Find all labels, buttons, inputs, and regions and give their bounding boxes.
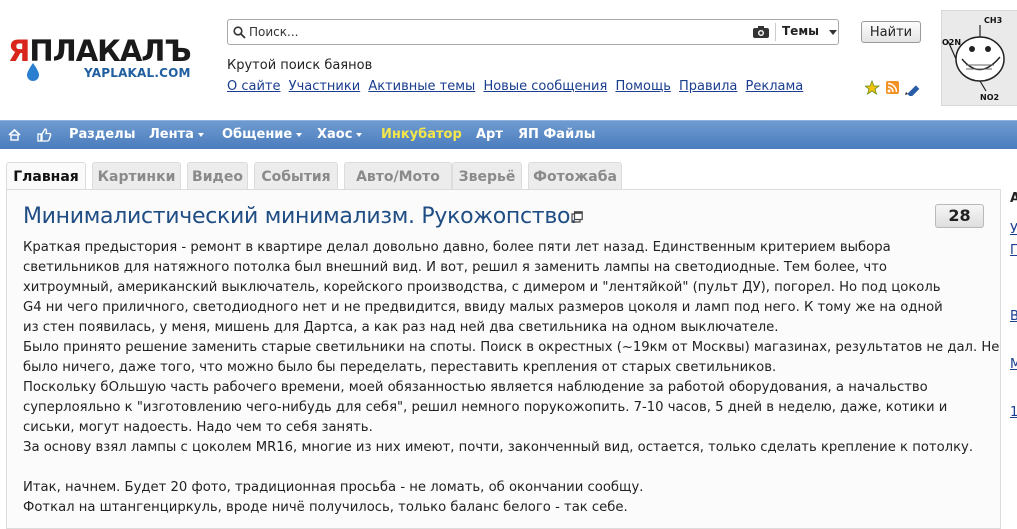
chevron-down-icon bbox=[197, 132, 204, 137]
right-sidebar-link[interactable]: У bbox=[1010, 222, 1017, 237]
tab-auto-moto[interactable]: Авто/Мото bbox=[344, 162, 452, 190]
trollface-avatar-image: CH3 O2N NO2 bbox=[942, 16, 1005, 102]
rss-icon[interactable] bbox=[886, 81, 899, 94]
tab-video[interactable]: Видео bbox=[187, 162, 248, 190]
open-new-window-icon[interactable] bbox=[571, 211, 583, 223]
site-logo[interactable]: ЯПЛАКАЛЪ YAPLAKAL.COM bbox=[8, 36, 208, 86]
post-body: Краткая предыстория - ремонт в квартире … bbox=[23, 238, 1000, 518]
nav-files[interactable]: ЯП Файлы bbox=[518, 127, 595, 142]
post-line: Поскольку бОльшую часть рабочего времени… bbox=[23, 380, 928, 395]
post-line-blank bbox=[23, 458, 993, 478]
avatar[interactable]: CH3 O2N NO2 bbox=[941, 10, 1017, 106]
camera-icon[interactable] bbox=[752, 25, 770, 39]
tagline: Крутой поиск баянов bbox=[227, 58, 373, 73]
post-panel: Минималистический минимализм. Рукожопств… bbox=[6, 189, 1001, 529]
avatar-label-top: CH3 bbox=[984, 16, 1002, 25]
right-sidebar-edge: А У П В М 1 bbox=[1006, 185, 1017, 521]
right-sidebar-link[interactable]: 1 bbox=[1010, 405, 1017, 420]
tab-events[interactable]: События bbox=[254, 162, 338, 190]
tab-photoshop[interactable]: Фотожаба bbox=[528, 162, 622, 190]
nav-sections[interactable]: Разделы bbox=[69, 127, 135, 142]
nav-feed[interactable]: Лента bbox=[149, 127, 204, 142]
chevron-down-icon bbox=[356, 132, 363, 137]
link-new-messages[interactable]: Новые сообщения bbox=[483, 79, 607, 94]
post-title[interactable]: Минималистический минимализм. Рукожопств… bbox=[23, 204, 577, 229]
right-sidebar-link[interactable]: П bbox=[1010, 243, 1017, 258]
main-nav: Разделы Лента Общение Хаос Инкубатор Арт… bbox=[0, 120, 1017, 149]
tab-main[interactable]: Главная bbox=[6, 162, 86, 190]
site-header: ЯПЛАКАЛЪ YAPLAKAL.COM Темы Найти Крутой … bbox=[0, 0, 1017, 119]
right-sidebar-link[interactable]: В bbox=[1010, 309, 1017, 324]
edit-icon[interactable] bbox=[905, 85, 920, 96]
post-line: суперлояльно к "изготовлению чего-нибудь… bbox=[23, 400, 948, 415]
tab-animals[interactable]: Зверьё bbox=[452, 162, 522, 190]
chevron-down-icon[interactable] bbox=[829, 30, 837, 35]
nav-chaos[interactable]: Хаос bbox=[317, 127, 363, 142]
search-scope-select[interactable]: Темы bbox=[782, 24, 819, 38]
post-line: За основу взял лампы с цоколем MR16, мно… bbox=[23, 440, 974, 455]
water-drop-icon bbox=[27, 63, 39, 81]
right-sidebar-heading: А bbox=[1010, 191, 1017, 206]
search-bar: Темы bbox=[227, 19, 839, 45]
search-divider bbox=[775, 23, 776, 41]
search-input[interactable] bbox=[249, 23, 749, 41]
link-ads[interactable]: Реклама bbox=[746, 79, 804, 94]
nav-communication-label: Общение bbox=[222, 127, 293, 142]
comment-count-badge[interactable]: 28 bbox=[935, 204, 984, 228]
logo-subtitle: YAPLAKAL.COM bbox=[84, 66, 191, 80]
search-button[interactable]: Найти bbox=[861, 21, 921, 43]
nav-communication[interactable]: Общение bbox=[222, 127, 303, 142]
post-line: Краткая предыстория - ремонт в квартире … bbox=[23, 240, 891, 255]
link-active-topics[interactable]: Активные темы bbox=[368, 79, 475, 94]
post-line: из стен появилась, у меня, мишень для Да… bbox=[23, 320, 779, 335]
link-members[interactable]: Участники bbox=[289, 79, 361, 94]
nav-feed-label: Лента bbox=[149, 127, 194, 142]
avatar-label-bottom: NO2 bbox=[980, 93, 999, 102]
post-line: светильников для натяжного потолка был в… bbox=[23, 260, 887, 275]
star-icon[interactable] bbox=[865, 80, 881, 95]
post-line: G4 ни чего приличного, светодиодного нет… bbox=[23, 300, 943, 315]
nav-incubator[interactable]: Инкубатор bbox=[381, 127, 462, 142]
like-icon[interactable] bbox=[37, 127, 52, 142]
post-line: было ничего, даже того, что можно было б… bbox=[23, 360, 777, 375]
search-icon bbox=[233, 26, 246, 39]
nav-art[interactable]: Арт bbox=[476, 127, 503, 142]
header-icons bbox=[865, 80, 920, 96]
nav-chaos-label: Хаос bbox=[317, 127, 353, 142]
link-about[interactable]: О сайте bbox=[227, 79, 281, 94]
chevron-down-icon bbox=[296, 132, 303, 137]
post-line: Итак, начнем. Будет 20 фото, традиционна… bbox=[23, 480, 644, 495]
link-rules[interactable]: Правила bbox=[679, 79, 737, 94]
tab-pictures[interactable]: Картинки bbox=[92, 162, 181, 190]
right-sidebar-link[interactable]: М bbox=[1010, 357, 1017, 372]
link-help[interactable]: Помощь bbox=[615, 79, 670, 94]
avatar-label-left: O2N bbox=[942, 38, 961, 47]
post-line: хитроумный, американский выключатель, ко… bbox=[23, 280, 941, 295]
post-line: сиськи, могут надоесть. Надо чем то себя… bbox=[23, 420, 373, 435]
top-links: О сайте Участники Активные темы Новые со… bbox=[227, 79, 807, 94]
home-icon[interactable] bbox=[7, 127, 22, 142]
post-line: Было принято решение заменить старые све… bbox=[23, 340, 1000, 355]
post-line: Фоткал на штангенциркуль, вроде ничё пол… bbox=[23, 500, 628, 515]
logo-wordmark: ЯПЛАКАЛЪ bbox=[8, 34, 192, 68]
